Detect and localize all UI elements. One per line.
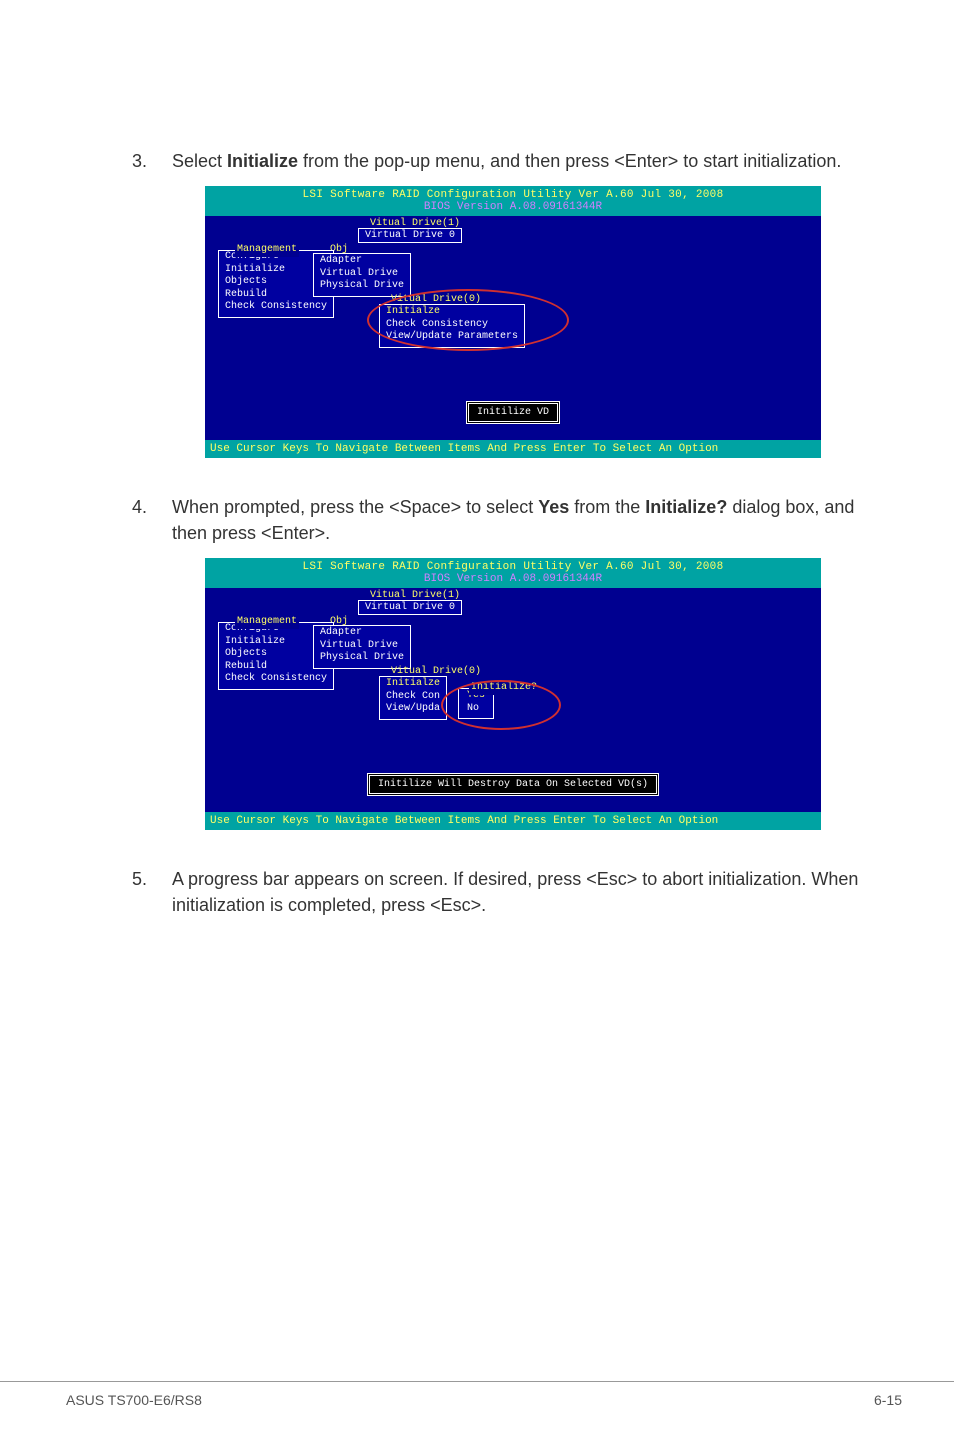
step-number: 5. [132, 866, 172, 918]
init-menu: Initialze Check Consistency View/Update … [379, 304, 525, 348]
bios-title: LSI Software RAID Configuration Utility … [205, 189, 821, 201]
bold-text: Yes [538, 497, 569, 517]
bios-footer: Use Cursor Keys To Navigate Between Item… [205, 812, 821, 830]
menu-item: View/Update Parameters [386, 331, 518, 344]
bios-version: BIOS Version A.08.09161344R [205, 573, 821, 585]
bold-text: Initialize [227, 151, 298, 171]
menu-item: View/Upda [386, 703, 440, 716]
status-bar: Initilize VD [466, 401, 560, 424]
vd0-box: Virtual Drive 0 [358, 600, 462, 615]
init-menu: Initialze Check Con View/Upda [379, 676, 447, 720]
bios-body: Vitual Drive(1) Virtual Drive 0 Obj Mana… [205, 216, 821, 458]
footer-right: 6-15 [874, 1392, 902, 1408]
menu-item: Physical Drive [320, 280, 404, 293]
vd0-box: Virtual Drive 0 [358, 228, 462, 243]
menu-item: Check Consistency [386, 319, 518, 332]
dialog-label: Initialize? [469, 682, 539, 695]
bios-footer: Use Cursor Keys To Navigate Between Item… [205, 440, 821, 458]
menu-item: Check Consistency [219, 301, 333, 314]
adapter-menu: Adapter Virtual Drive Physical Drive [313, 253, 411, 297]
text: When prompted, press the <Space> to sele… [172, 497, 538, 517]
adapter-menu: Adapter Virtual Drive Physical Drive [313, 625, 411, 669]
step-text: Select Initialize from the pop-up menu, … [172, 148, 894, 174]
menu-item: Initialze [386, 678, 440, 691]
step-4: 4. When prompted, press the <Space> to s… [132, 494, 894, 546]
menu-item: Adapter [320, 627, 404, 640]
bios-title: LSI Software RAID Configuration Utility … [205, 561, 821, 573]
text: from the [569, 497, 645, 517]
menu-item: Check Con [386, 691, 440, 704]
step-number: 3. [132, 148, 172, 174]
step-5: 5. A progress bar appears on screen. If … [132, 866, 894, 918]
page-footer: ASUS TS700-E6/RS8 6-15 [0, 1381, 954, 1408]
text: Select [172, 151, 227, 171]
bios-header: LSI Software RAID Configuration Utility … [205, 186, 821, 216]
bios-header: LSI Software RAID Configuration Utility … [205, 558, 821, 588]
bold-text: Initialize? [645, 497, 727, 517]
menu-item: Check Consistency [219, 673, 333, 686]
status-bar: Initilize Will Destroy Data On Selected … [367, 773, 659, 796]
bios-version: BIOS Version A.08.09161344R [205, 201, 821, 213]
step-3: 3. Select Initialize from the pop-up men… [132, 148, 894, 174]
step-text: When prompted, press the <Space> to sele… [172, 494, 894, 546]
step-number: 4. [132, 494, 172, 546]
text: from the pop-up menu, and then press <En… [298, 151, 841, 171]
mgmt-menu-label: Management [235, 244, 299, 257]
bios-screenshot-1: LSI Software RAID Configuration Utility … [205, 186, 821, 458]
menu-item: Virtual Drive [320, 268, 404, 281]
menu-item: Initialze [386, 306, 518, 319]
initialize-dialog: Initialize? Yes No [458, 688, 494, 719]
mgmt-menu-label: Management [235, 616, 299, 629]
footer-left: ASUS TS700-E6/RS8 [66, 1392, 202, 1408]
menu-item: Physical Drive [320, 652, 404, 665]
menu-item: Adapter [320, 255, 404, 268]
dialog-option-no: No [467, 703, 485, 716]
step-text: A progress bar appears on screen. If des… [172, 866, 894, 918]
bios-body: Vitual Drive(1) Virtual Drive 0 Obj Mana… [205, 588, 821, 830]
menu-item: Virtual Drive [320, 640, 404, 653]
bios-screenshot-2: LSI Software RAID Configuration Utility … [205, 558, 821, 830]
